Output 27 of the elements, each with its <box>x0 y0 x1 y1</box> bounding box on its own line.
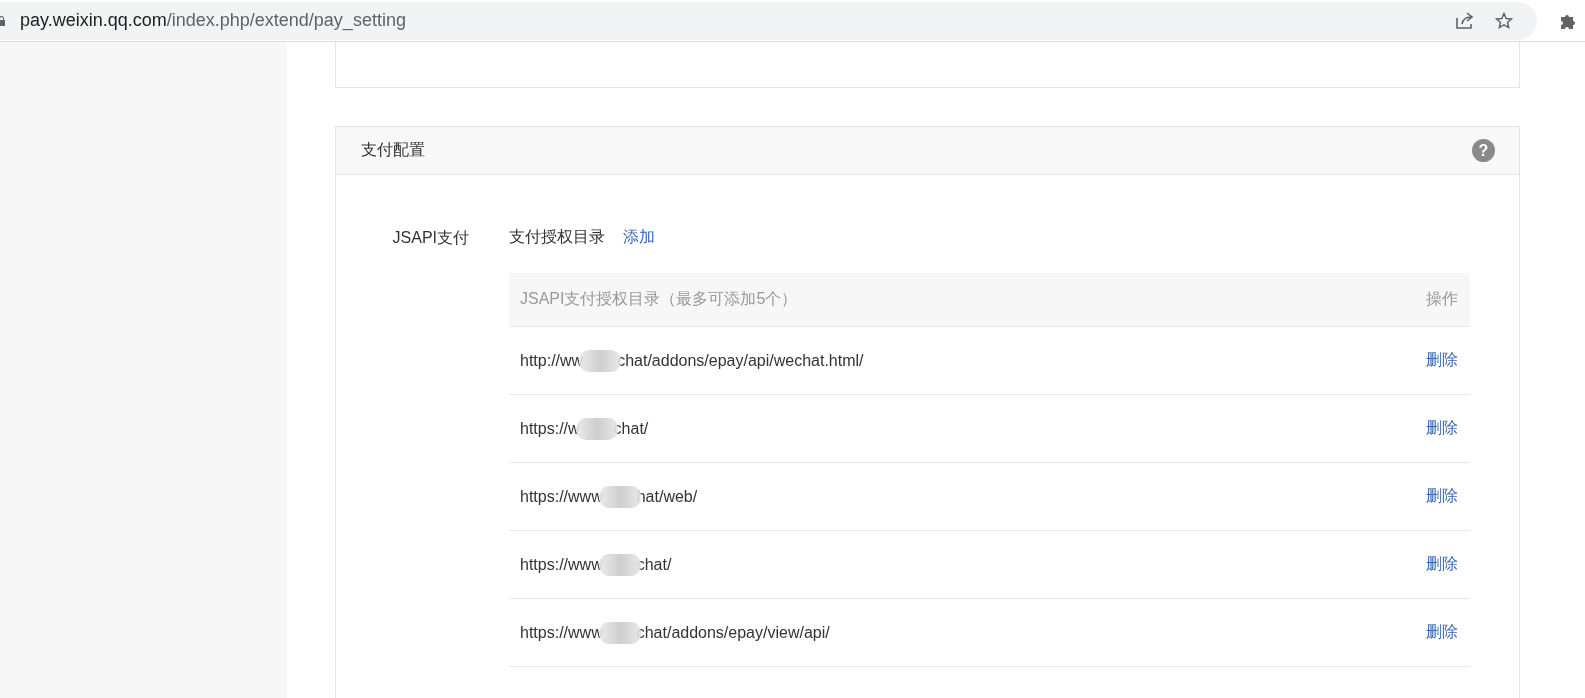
url-host: pay.weixin.qq.com <box>20 10 167 30</box>
url-text: chat/addons/epay/view/api/ <box>636 623 830 642</box>
help-icon[interactable]: ? <box>1472 139 1495 162</box>
delete-link[interactable]: 删除 <box>1426 418 1458 439</box>
directory-label: 支付授权目录 <box>509 227 605 247</box>
delete-link[interactable]: 删除 <box>1426 486 1458 507</box>
url-text: https://w <box>520 419 580 438</box>
url-text: hat/web/ <box>636 487 698 506</box>
address-bar[interactable]: pay.weixin.qq.com/index.php/extend/pay_setting <box>0 1 1537 40</box>
delete-link[interactable]: 删除 <box>1426 622 1458 643</box>
url-text: http://ww <box>520 351 584 370</box>
url-text: chat/ <box>636 555 672 574</box>
url-text: https://www <box>520 623 603 642</box>
field-label: JSAPI支付 <box>391 228 469 248</box>
url-text: https://www <box>520 487 603 506</box>
column-header: JSAPI支付授权目录（最多可添加5个） <box>520 289 798 309</box>
star-icon[interactable] <box>1495 11 1513 30</box>
url-text: chat/addons/epay/api/wechat.html/ <box>617 351 864 370</box>
delete-link[interactable]: 删除 <box>1426 350 1458 371</box>
url-text: chat/ <box>613 419 649 438</box>
url-path: /index.php/extend/pay_setting <box>166 10 406 30</box>
share-icon[interactable] <box>1455 11 1475 30</box>
column-header: 操作 <box>1426 289 1458 309</box>
add-link[interactable]: 添加 <box>623 227 655 273</box>
url-text: https://www <box>520 555 603 574</box>
delete-link[interactable]: 删除 <box>1426 554 1458 575</box>
panel-title: 支付配置 <box>361 140 425 160</box>
